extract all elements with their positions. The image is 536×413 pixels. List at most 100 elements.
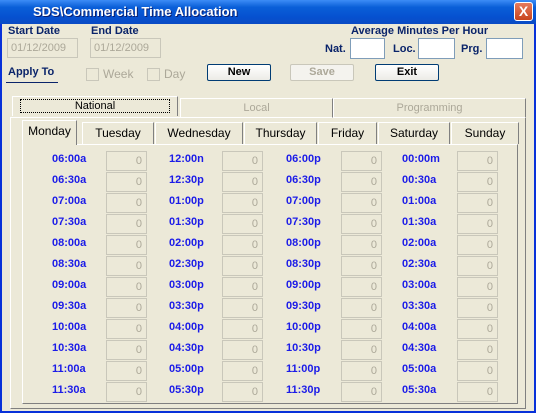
slot-time-label: 11:00a <box>52 363 86 375</box>
slot-time-label: 02:30p <box>169 258 204 270</box>
slot-minutes-field[interactable]: 0 <box>106 193 147 213</box>
slot-minutes-field[interactable]: 0 <box>106 277 147 297</box>
slot-time-label: 07:00a <box>52 195 87 207</box>
slot-time-label: 10:30p <box>286 342 321 354</box>
slot-time-label: 08:00p <box>286 237 321 249</box>
slot-minutes-field[interactable]: 0 <box>341 214 382 234</box>
slot-minutes-field[interactable]: 0 <box>222 235 263 255</box>
slot-minutes-field[interactable]: 0 <box>222 214 263 234</box>
slot-minutes-field[interactable]: 0 <box>106 214 147 234</box>
slot-minutes-field[interactable]: 0 <box>341 361 382 381</box>
slot-minutes-field[interactable]: 0 <box>341 277 382 297</box>
slot-minutes-field[interactable]: 0 <box>457 193 498 213</box>
slot-minutes-field[interactable]: 0 <box>341 235 382 255</box>
slot-time-label: 05:00p <box>169 363 204 375</box>
slot-minutes-field[interactable]: 0 <box>457 235 498 255</box>
week-checkbox[interactable] <box>86 68 99 81</box>
apply-to-divider <box>6 82 58 83</box>
slot-minutes-field[interactable]: 0 <box>106 340 147 360</box>
tab-friday[interactable]: Friday <box>318 122 377 144</box>
average-minutes-title: Average Minutes Per Hour <box>351 25 489 37</box>
nat-input[interactable] <box>350 38 385 59</box>
tab-tuesday[interactable]: Tuesday <box>82 122 154 144</box>
slot-time-label: 12:30p <box>169 174 204 186</box>
slot-minutes-field[interactable]: 0 <box>457 172 498 192</box>
prg-input[interactable] <box>486 38 523 59</box>
slot-minutes-field[interactable]: 0 <box>222 382 263 402</box>
slot-minutes-field[interactable]: 0 <box>222 193 263 213</box>
slot-minutes-field[interactable]: 0 <box>457 340 498 360</box>
exit-button[interactable]: Exit <box>375 64 439 81</box>
day-checkbox[interactable] <box>147 68 160 81</box>
slot-minutes-field[interactable]: 0 <box>222 277 263 297</box>
slot-minutes-field[interactable]: 0 <box>457 382 498 402</box>
tab-local[interactable]: Local <box>180 98 333 118</box>
slot-time-label: 09:00p <box>286 279 321 291</box>
app-window: SDS\Commercial Time Allocation X Start D… <box>0 0 536 413</box>
slot-time-label: 05:30a <box>402 384 437 396</box>
close-button[interactable]: X <box>514 2 533 21</box>
tab-saturday[interactable]: Saturday <box>378 122 450 144</box>
title-bar[interactable]: SDS\Commercial Time Allocation X <box>0 0 536 24</box>
slot-minutes-field[interactable]: 0 <box>341 256 382 276</box>
window-bottom-border <box>2 409 534 411</box>
slot-minutes-field[interactable]: 0 <box>341 298 382 318</box>
slot-time-label: 09:30a <box>52 300 87 312</box>
slot-minutes-field[interactable]: 0 <box>341 382 382 402</box>
slot-time-label: 02:00p <box>169 237 204 249</box>
slot-time-label: 06:30p <box>286 174 321 186</box>
slot-time-label: 03:30p <box>169 300 204 312</box>
slot-minutes-field[interactable]: 0 <box>222 340 263 360</box>
slot-minutes-field[interactable]: 0 <box>457 361 498 381</box>
slot-minutes-field[interactable]: 0 <box>457 298 498 318</box>
tab-national[interactable]: National <box>12 96 178 116</box>
slot-minutes-field[interactable]: 0 <box>341 340 382 360</box>
slot-minutes-field[interactable]: 0 <box>457 214 498 234</box>
tab-wednesday[interactable]: Wednesday <box>155 122 243 144</box>
slot-time-label: 11:00p <box>286 363 321 375</box>
slot-minutes-field[interactable]: 0 <box>222 298 263 318</box>
slot-minutes-field[interactable]: 0 <box>341 172 382 192</box>
slot-minutes-field[interactable]: 0 <box>222 361 263 381</box>
loc-input[interactable] <box>418 38 455 59</box>
slot-minutes-field[interactable]: 0 <box>106 151 147 171</box>
slot-time-label: 02:30a <box>402 258 437 270</box>
slot-minutes-field[interactable]: 0 <box>106 382 147 402</box>
slot-minutes-field[interactable]: 0 <box>106 319 147 339</box>
slot-minutes-field[interactable]: 0 <box>341 319 382 339</box>
slot-time-label: 06:00a <box>52 153 87 165</box>
slot-minutes-field[interactable]: 0 <box>106 235 147 255</box>
slot-minutes-field[interactable]: 0 <box>457 256 498 276</box>
slot-minutes-field[interactable]: 0 <box>457 151 498 171</box>
tab-monday[interactable]: Monday <box>22 120 77 145</box>
slot-minutes-field[interactable]: 0 <box>106 256 147 276</box>
new-button[interactable]: New <box>207 64 271 81</box>
slot-time-label: 04:30a <box>402 342 437 354</box>
slot-time-label: 09:00a <box>52 279 87 291</box>
slot-time-label: 10:30a <box>52 342 87 354</box>
slot-minutes-field[interactable]: 0 <box>341 151 382 171</box>
slot-minutes-field[interactable]: 0 <box>106 361 147 381</box>
slot-time-label: 01:30a <box>402 216 437 228</box>
slot-minutes-field[interactable]: 0 <box>341 193 382 213</box>
slot-minutes-field[interactable]: 0 <box>222 172 263 192</box>
tab-programming[interactable]: Programming <box>333 98 526 118</box>
save-button[interactable]: Save <box>290 64 354 81</box>
slot-time-label: 09:30p <box>286 300 321 312</box>
slot-time-label: 03:30a <box>402 300 437 312</box>
slot-time-label: 10:00a <box>52 321 87 333</box>
tab-thursday[interactable]: Thursday <box>244 122 317 144</box>
slot-minutes-field[interactable]: 0 <box>457 319 498 339</box>
slot-minutes-field[interactable]: 0 <box>106 172 147 192</box>
slot-minutes-field[interactable]: 0 <box>457 277 498 297</box>
end-date-label: End Date <box>91 25 139 37</box>
tab-sunday[interactable]: Sunday <box>451 122 519 144</box>
slot-time-label: 07:30a <box>52 216 87 228</box>
slot-time-label: 04:00a <box>402 321 437 333</box>
slot-minutes-field[interactable]: 0 <box>222 151 263 171</box>
slot-minutes-field[interactable]: 0 <box>222 319 263 339</box>
slot-minutes-field[interactable]: 0 <box>106 298 147 318</box>
slot-time-label: 04:30p <box>169 342 204 354</box>
slot-time-label: 01:00p <box>169 195 204 207</box>
slot-minutes-field[interactable]: 0 <box>222 256 263 276</box>
